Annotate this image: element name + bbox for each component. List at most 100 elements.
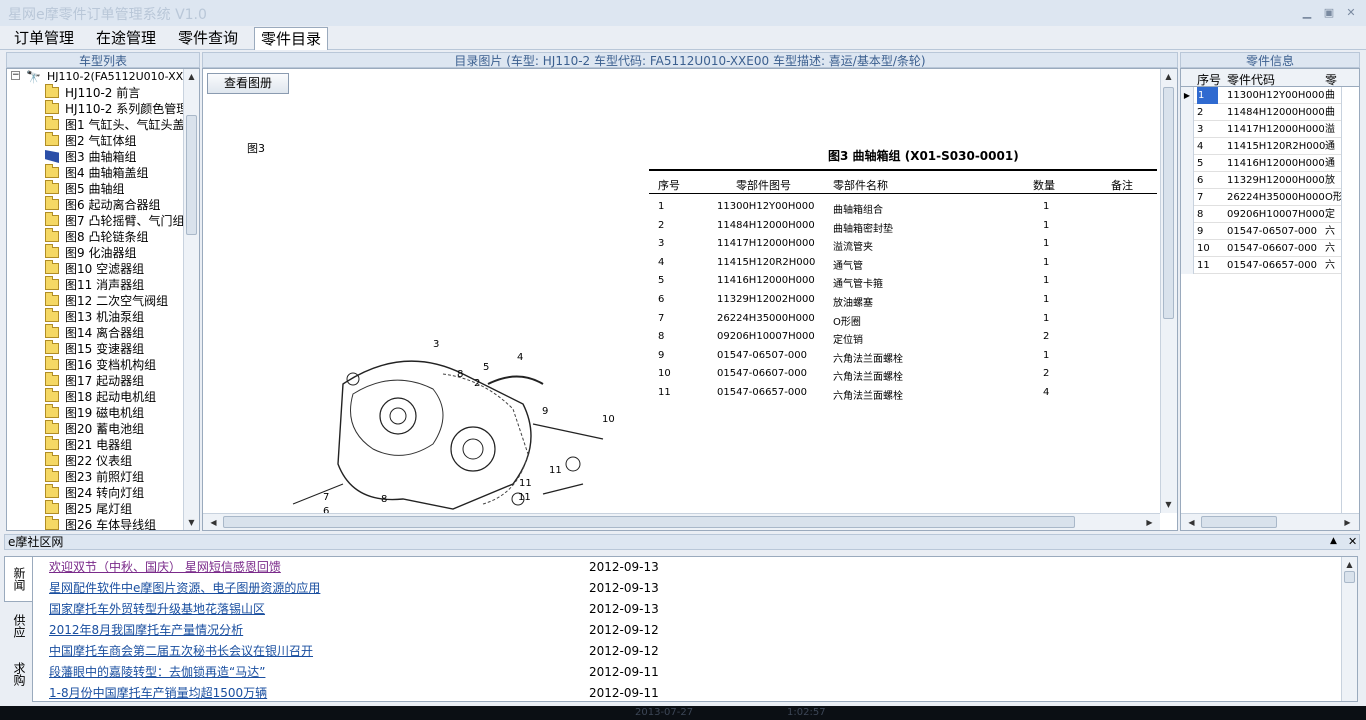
scroll-left-icon[interactable]: ◀ — [207, 516, 220, 529]
tab-supply[interactable]: 供应 — [4, 602, 34, 650]
grid-row[interactable]: 7 26224H35000H000 O形 — [1181, 189, 1357, 206]
tree-item[interactable]: 图19 磁电机组 — [7, 404, 183, 421]
tree-item[interactable]: 图26 车体导线组 — [7, 516, 183, 530]
close-icon[interactable]: ✕ — [1344, 7, 1358, 19]
scroll-left-icon[interactable]: ◀ — [1185, 516, 1198, 529]
tree-root[interactable]: − 🔭 HJ110-2(FA5112U010-XXE0 — [7, 69, 197, 85]
news-link[interactable]: 段藩眼中的嘉陵转型：去伽锁再造“马达” — [49, 665, 265, 679]
tree-item[interactable]: 图16 变档机构组 — [7, 356, 183, 373]
tree-item[interactable]: 图25 尾灯组 — [7, 500, 183, 517]
news-link[interactable]: 2012年8月我国摩托车产量情况分析 — [49, 623, 243, 637]
callout: 7 — [323, 492, 330, 503]
scroll-down-icon[interactable]: ▼ — [185, 516, 198, 529]
grid-row[interactable]: 9 01547-06507-000 六 — [1181, 223, 1357, 240]
news-link[interactable]: 欢迎双节（中秋、国庆） 星网短信感恩回馈 — [49, 560, 281, 574]
grid-row[interactable]: 4 11415H120R2H000 通 — [1181, 138, 1357, 155]
menu-parts-query[interactable]: 零件查询 — [172, 27, 244, 50]
tree-item[interactable]: 图12 二次空气阀组 — [7, 292, 183, 309]
figure-table-cell: 11415H120R2H000 — [717, 256, 816, 268]
scroll-thumb[interactable] — [223, 516, 1075, 528]
scroll-right-icon[interactable]: ▶ — [1143, 516, 1156, 529]
grid-vscrollbar[interactable] — [1341, 87, 1358, 513]
grid-cell: 2 — [1197, 107, 1204, 118]
grid-row[interactable]: 5 11416H12000H000 通 — [1181, 155, 1357, 172]
figure-table-cell: 11416H12000H000 — [717, 275, 815, 287]
figure-table-cell: 7 — [658, 312, 665, 324]
tree-item[interactable]: 图4 曲轴箱盖组 — [7, 164, 183, 181]
tree-item[interactable]: 图22 仪表组 — [7, 452, 183, 469]
tree-item[interactable]: 图10 空滤器组 — [7, 260, 183, 277]
grid-row[interactable]: 11 01547-06657-000 六 — [1181, 257, 1357, 274]
tree-item[interactable]: 图23 前照灯组 — [7, 468, 183, 485]
tree-item[interactable]: 图3 曲轴箱组 — [7, 149, 183, 165]
tab-news[interactable]: 新闻 — [4, 556, 34, 602]
tree-item[interactable]: 图15 变速器组 — [7, 340, 183, 357]
tree-item[interactable]: 图8 凸轮链条组 — [7, 228, 183, 245]
grid-row[interactable]: 3 11417H12000H000 溢 — [1181, 121, 1357, 138]
tree-item[interactable]: 图5 曲轴组 — [7, 180, 183, 197]
grid-row[interactable]: 6 11329H12000H000 放 — [1181, 172, 1357, 189]
tree-item[interactable]: 图13 机油泵组 — [7, 308, 183, 325]
tree-item[interactable]: 图21 电器组 — [7, 436, 183, 453]
collapse-icon[interactable]: − — [11, 71, 20, 80]
tree-item[interactable]: 图20 蓄电池组 — [7, 420, 183, 437]
news-link[interactable]: 星网配件软件中e摩图片资源、电子图册资源的应用 — [49, 581, 320, 595]
tree-item[interactable]: HJ110-2 系列颜色管理 — [7, 100, 188, 117]
tree-item[interactable]: 图9 化油器组 — [7, 244, 183, 261]
folder-icon — [45, 356, 59, 370]
tree-item[interactable]: HJ110-2 前言 — [7, 84, 183, 101]
minimize-icon[interactable]: ▁ — [1300, 7, 1314, 19]
grid-hscrollbar[interactable]: ◀ ▶ — [1181, 513, 1359, 530]
image-hscrollbar[interactable]: ◀ ▶ — [203, 513, 1160, 530]
folder-icon — [45, 308, 59, 322]
scroll-down-icon[interactable]: ▼ — [1162, 498, 1175, 511]
scroll-thumb[interactable] — [1201, 516, 1277, 528]
tree-item[interactable]: 图2 气缸体组 — [7, 132, 183, 149]
col-header-no[interactable]: 序号 — [1197, 71, 1221, 88]
news-link[interactable]: 国家摩托车外贸转型升级基地花落锡山区 — [49, 602, 265, 616]
image-vscrollbar[interactable]: ▲ ▼ — [1160, 69, 1177, 513]
close-icon[interactable]: ✕ — [1348, 535, 1357, 548]
grid-row[interactable]: 8 09206H10007H000 定 — [1181, 206, 1357, 223]
news-link[interactable]: 中国摩托车商会第二届五次秘书长会议在银川召开 — [49, 644, 313, 658]
tree-item[interactable]: 图11 消声器组 — [7, 276, 183, 293]
menu-in-transit[interactable]: 在途管理 — [90, 27, 162, 50]
scroll-right-icon[interactable]: ▶ — [1341, 516, 1354, 529]
grid-row[interactable]: ▶ 1 11300H12Y00H000 曲 — [1181, 87, 1357, 104]
tree-item[interactable]: 图17 起动器组 — [7, 372, 183, 389]
news-item: 国家摩托车外贸转型升级基地花落锡山区 2012-09-13 — [49, 599, 659, 620]
tree-item[interactable]: 图1 气缸头、气缸头盖 — [7, 116, 184, 133]
grid-row[interactable]: 10 01547-06607-000 六 — [1181, 240, 1357, 257]
scroll-up-icon[interactable]: ▲ — [185, 70, 198, 83]
tree-item[interactable]: 图7 凸轮摇臂、气门组 — [7, 212, 184, 229]
maximize-icon[interactable]: ▣ — [1322, 7, 1336, 19]
collapse-up-icon[interactable]: ▲ — [1330, 536, 1337, 546]
tree-item[interactable]: 图6 起动离合器组 — [7, 196, 183, 213]
tree-scrollbar[interactable]: ▲ ▼ — [183, 69, 199, 530]
view-album-button[interactable]: 查看图册 — [207, 73, 289, 94]
tree-item[interactable]: 图14 离合器组 — [7, 324, 183, 341]
col-header-name[interactable]: 零 — [1325, 71, 1337, 88]
scroll-thumb[interactable] — [1344, 571, 1355, 583]
menu-order-management[interactable]: 订单管理 — [8, 27, 80, 50]
col-header-code[interactable]: 零件代码 — [1227, 71, 1275, 88]
news-scrollbar[interactable]: ▲ — [1341, 557, 1357, 701]
app-title: 星网e摩零件订单管理系统 V1.0 — [8, 7, 207, 23]
tree-item[interactable]: 图24 转向灯组 — [7, 484, 183, 501]
tree-item[interactable]: 图18 起动电机组 — [7, 388, 183, 405]
news-link[interactable]: 1-8月份中国摩托车产销量均超1500万辆 — [49, 686, 267, 700]
news-date: 2012-09-12 — [589, 623, 659, 637]
scroll-up-icon[interactable]: ▲ — [1162, 70, 1175, 83]
binoculars-icon: 🔭 — [26, 70, 41, 84]
tree-item-label: 图23 前照灯组 — [65, 470, 145, 484]
grid-cell: 4 — [1197, 141, 1204, 152]
scroll-up-icon[interactable]: ▲ — [1343, 558, 1356, 571]
scroll-thumb[interactable] — [1163, 87, 1174, 319]
menu-parts-catalog[interactable]: 零件目录 — [254, 27, 329, 50]
scroll-thumb[interactable] — [186, 115, 197, 235]
row-indicator — [1181, 172, 1194, 189]
grid-row[interactable]: 2 11484H12000H000 曲 — [1181, 104, 1357, 121]
community-header-bar: e摩社区网 ▲ ✕ — [4, 534, 1360, 550]
figure-table-cell: 11329H12002H000 — [717, 294, 815, 305]
tab-purchase[interactable]: 求购 — [4, 650, 34, 698]
